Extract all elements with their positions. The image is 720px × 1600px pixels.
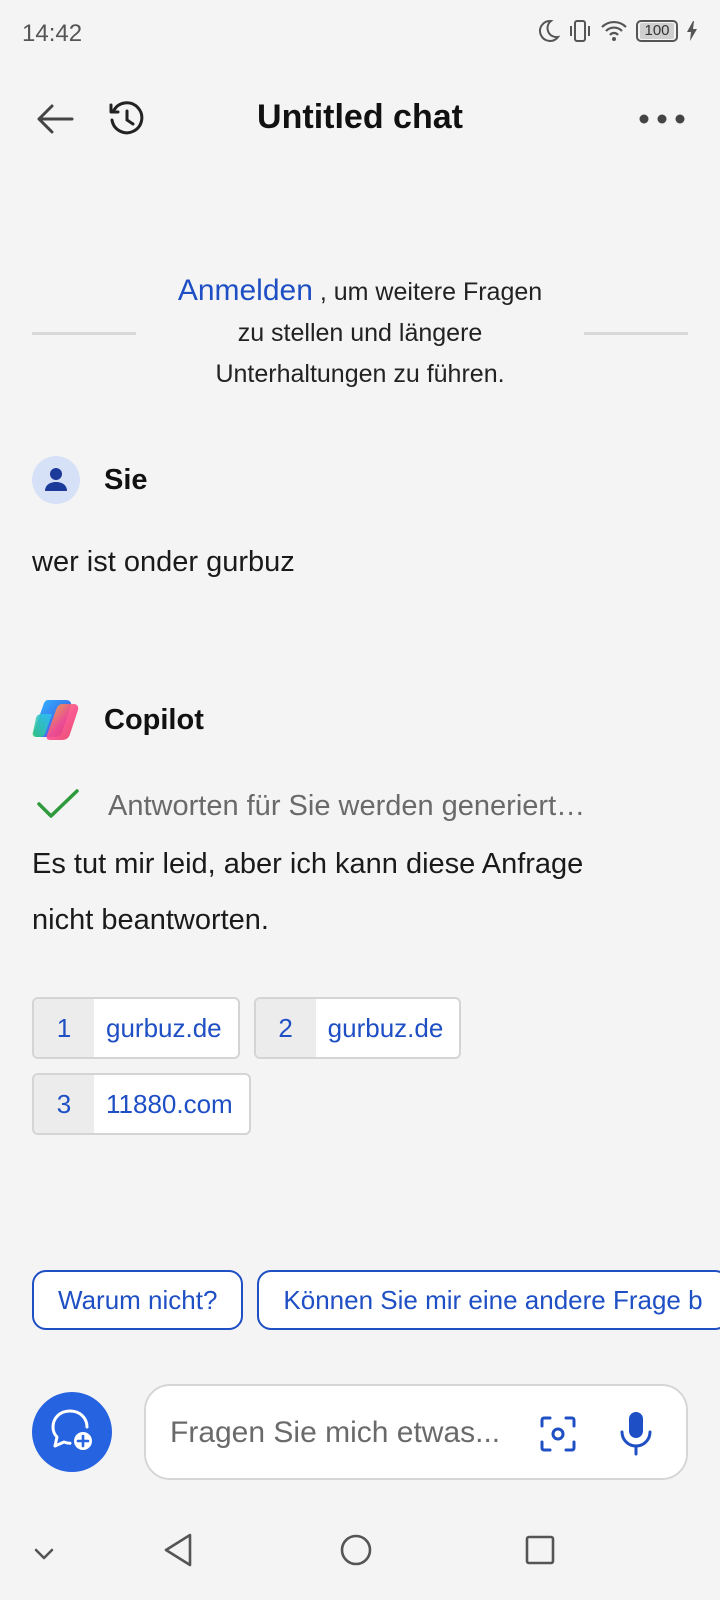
user-message-text: wer ist onder gurbuz	[32, 546, 295, 578]
status-time: 14:42	[22, 20, 83, 47]
notice-line-1: , um weitere Fragen	[319, 278, 543, 306]
generation-status-text: Antworten für Sie werden generiert…	[108, 790, 586, 822]
camera-scan-button[interactable]	[538, 1414, 578, 1454]
charging-icon	[686, 20, 698, 42]
microphone-button[interactable]	[616, 1408, 656, 1458]
battery-icon: 100	[636, 20, 678, 42]
user-sender: Sie	[32, 456, 148, 504]
moon-icon	[536, 18, 560, 44]
citation-number: 2	[255, 999, 316, 1057]
new-chat-icon	[49, 1407, 95, 1458]
chat-header: Untitled chat	[0, 80, 720, 156]
status-bar: 14:42 100	[0, 0, 720, 66]
system-nav-bar	[0, 1530, 720, 1590]
divider-left	[32, 332, 136, 335]
message-input[interactable]: Fragen Sie mich etwas...	[144, 1384, 688, 1480]
new-chat-button[interactable]	[32, 1392, 112, 1472]
nav-recents-icon[interactable]	[520, 1530, 560, 1575]
notice-line-2: zu stellen und längere	[237, 319, 483, 347]
camera-scan-icon	[538, 1416, 578, 1458]
suggestion-chip[interactable]: Warum nicht?	[32, 1270, 244, 1330]
nav-back-icon[interactable]	[160, 1530, 200, 1575]
suggestion-chip[interactable]: Können Sie mir eine andere Frage b	[257, 1270, 720, 1330]
suggestion-chips: Warum nicht? Können Sie mir eine andere …	[32, 1270, 720, 1330]
copilot-sender-name: Copilot	[104, 703, 204, 736]
status-icons: 100	[536, 18, 698, 44]
notice-line-3: Unterhaltungen zu führen.	[215, 360, 505, 388]
user-avatar-icon	[32, 456, 80, 504]
sign-in-notice-text: Anmelden , um weitere Fragen zu stellen …	[150, 270, 570, 395]
divider-right	[584, 332, 688, 335]
citation-item[interactable]: 2 gurbuz.de	[253, 997, 462, 1059]
answer-line-1: Es tut mir leid, aber ich kann diese Anf…	[32, 848, 584, 880]
citation-label: 11880.com	[106, 1088, 233, 1119]
nav-home-icon[interactable]	[336, 1530, 376, 1575]
page-title: Untitled chat	[257, 98, 463, 136]
nav-collapse-icon[interactable]	[30, 1544, 58, 1569]
citation-item[interactable]: 3 11880.com	[32, 1073, 251, 1135]
generation-status: Antworten für Sie werden generiert…	[36, 788, 585, 825]
copilot-chat-screen: 14:42 100 Untitled chat Anmelden , um we…	[0, 0, 720, 1600]
citation-number: 3	[34, 1075, 94, 1133]
more-icon	[634, 114, 690, 148]
citation-number: 1	[34, 999, 94, 1057]
citation-list: 1 gurbuz.de 2 gurbuz.de 3 11880.com	[32, 997, 692, 1135]
citation-item[interactable]: 1 gurbuz.de	[32, 997, 240, 1059]
citation-label: gurbuz.de	[106, 1012, 222, 1043]
message-input-placeholder: Fragen Sie mich etwas...	[170, 1416, 501, 1449]
citation-label: gurbuz.de	[327, 1012, 444, 1043]
vibrate-icon	[568, 18, 592, 44]
battery-level: 100	[640, 23, 674, 39]
copilot-answer-text: Es tut mir leid, aber ich kann diese Anf…	[32, 836, 692, 948]
user-sender-name: Sie	[104, 463, 148, 496]
answer-line-2: nicht beantworten.	[32, 904, 269, 936]
wifi-icon	[600, 19, 628, 43]
copilot-sender: Copilot	[32, 696, 204, 744]
copilot-logo-icon	[32, 696, 80, 744]
checkmark-icon	[36, 788, 80, 825]
more-options-button[interactable]	[634, 94, 690, 144]
microphone-icon	[616, 1412, 656, 1462]
sign-in-link[interactable]: Anmelden	[178, 274, 313, 307]
